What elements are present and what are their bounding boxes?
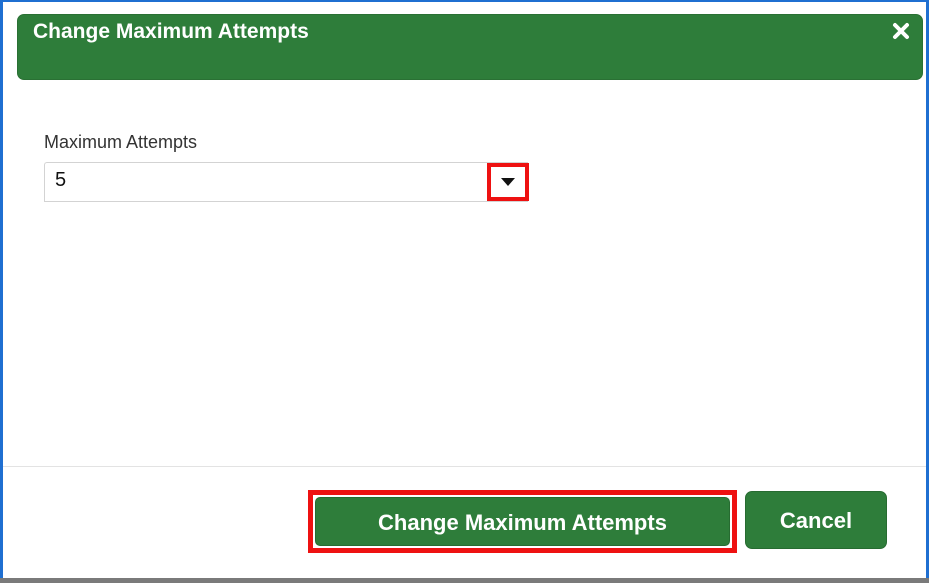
cancel-button[interactable]: Cancel (745, 491, 887, 549)
selected-value: 5 (55, 169, 67, 191)
maximum-attempts-select[interactable]: 5 (44, 162, 528, 202)
close-icon[interactable] (892, 22, 910, 40)
dialog-title: Change Maximum Attempts (33, 20, 309, 43)
dropdown-toggle-button[interactable] (487, 163, 529, 201)
change-maximum-attempts-button[interactable]: Change Maximum Attempts (315, 497, 730, 546)
maximum-attempts-label: Maximum Attempts (44, 132, 198, 152)
window-bottom-edge (0, 578, 929, 583)
footer-divider (3, 466, 926, 467)
chevron-down-icon (501, 178, 515, 186)
